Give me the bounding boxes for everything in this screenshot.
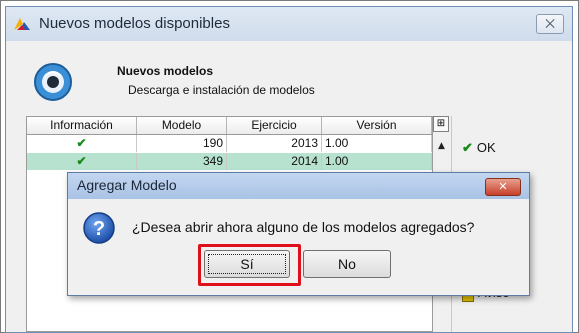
models-globe-icon (33, 62, 73, 102)
window-title: Nuevos modelos disponibles (39, 15, 230, 32)
scroll-up-arrow-icon[interactable]: ▲ (438, 141, 445, 151)
column-header-modelo[interactable]: Modelo (137, 117, 227, 134)
check-icon: ✔ (462, 140, 473, 155)
app-logo-icon (13, 16, 31, 35)
model-cell: 190 (137, 135, 227, 152)
window-close-button[interactable]: ⨉ (536, 14, 564, 34)
column-header-ejercicio[interactable]: Ejercicio (227, 117, 322, 134)
table-row-selected[interactable]: ✔ 349 2014 1.00 (27, 153, 432, 170)
version-cell: 1.00 (322, 153, 432, 170)
svg-text:?: ? (93, 218, 105, 240)
no-button[interactable]: No (303, 250, 391, 278)
table-row[interactable]: ✔ 190 2013 1.00 (27, 135, 432, 152)
column-chooser-icon[interactable]: ⊞ (433, 116, 449, 132)
ok-label: OK (476, 140, 496, 155)
window-titlebar: Nuevos modelos disponibles ⨉ (6, 7, 572, 41)
ok-button[interactable]: ✔ OK (462, 140, 496, 156)
model-cell: 349 (137, 153, 227, 170)
dialog-message: ¿Desea abrir ahora alguno de los modelos… (132, 219, 475, 235)
dialog-titlebar: Agregar Modelo ✕ (68, 173, 529, 199)
year-cell: 2013 (227, 135, 322, 152)
column-header-informacion[interactable]: Información (27, 117, 137, 134)
table-header: Información Modelo Ejercicio Versión (27, 117, 432, 135)
dialog-title: Agregar Modelo (77, 177, 177, 193)
column-header-version[interactable]: Versión (322, 117, 432, 134)
yes-button-highlight (198, 244, 301, 286)
version-cell: 1.00 (322, 135, 432, 152)
header-title: Nuevos modelos (117, 64, 214, 78)
header-subtitle: Descarga e instalación de modelos (128, 83, 315, 97)
question-icon: ? (82, 211, 116, 249)
dialog-close-button[interactable]: ✕ (485, 178, 521, 196)
info-check-icon: ✔ (27, 135, 137, 152)
info-check-icon: ✔ (27, 153, 137, 170)
year-cell: 2014 (227, 153, 322, 170)
